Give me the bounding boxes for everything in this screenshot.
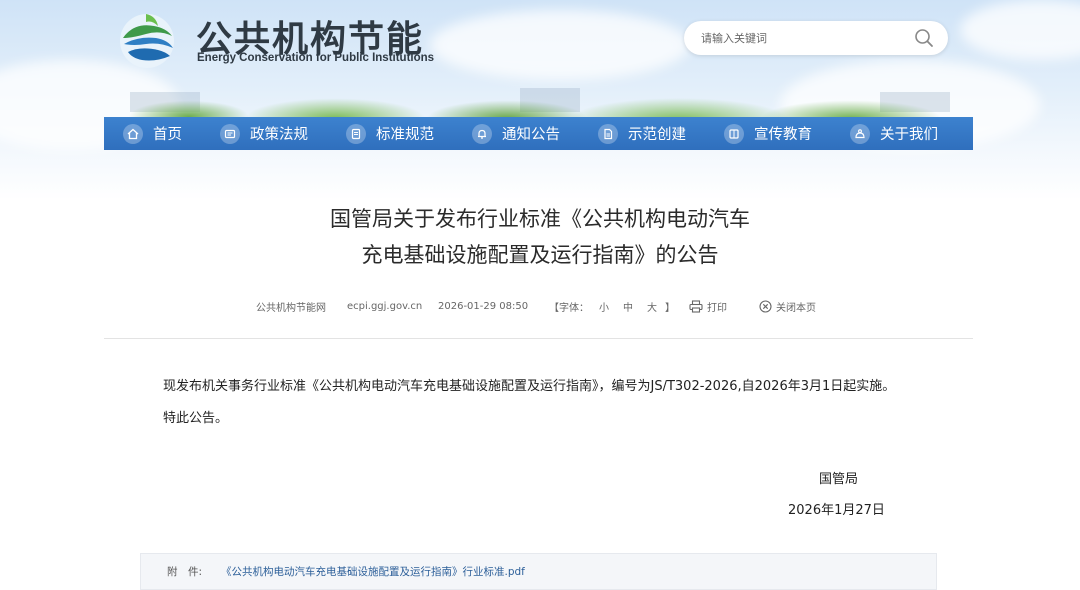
nav-item-about[interactable]: 关于我们 bbox=[850, 117, 938, 150]
print-button[interactable]: 打印 bbox=[689, 298, 727, 314]
article-sign-date: 2026年1月27日 bbox=[788, 503, 885, 518]
font-size-control: 【字体： 小 中 大 】 bbox=[549, 298, 675, 314]
main-nav: 首页 政策法规 标准规范 通知公告 示范创建 宣传教育 关于我们 bbox=[104, 117, 973, 150]
printer-icon bbox=[689, 299, 703, 313]
nav-item-notices[interactable]: 通知公告 bbox=[472, 117, 560, 150]
article-paragraph: 特此公告。 bbox=[163, 411, 229, 426]
article-title-line1: 国管局关于发布行业标准《公共机构电动汽车 bbox=[330, 207, 750, 231]
divider bbox=[104, 338, 973, 339]
site-subtitle: Energy Conservation for Public Instituti… bbox=[197, 52, 435, 64]
nav-item-standards[interactable]: 标准规范 bbox=[346, 117, 434, 150]
article-source: 公共机构节能网 bbox=[256, 302, 326, 314]
nav-item-label: 关于我们 bbox=[880, 127, 938, 143]
article-domain: ecpi.ggj.gov.cn bbox=[347, 300, 423, 312]
site-logo-icon[interactable] bbox=[116, 8, 178, 70]
font-size-large-button[interactable]: 大 bbox=[647, 299, 657, 314]
attachment-bar: 附 件: 《公共机构电动汽车充电基础设施配置及运行指南》行业标准.pdf bbox=[140, 553, 937, 590]
search-box bbox=[684, 21, 948, 55]
nav-item-home[interactable]: 首页 bbox=[123, 117, 182, 150]
standard-icon bbox=[346, 123, 366, 144]
article-paragraph: 现发布机关事务行业标准《公共机构电动汽车充电基础设施配置及运行指南》，编号为JS… bbox=[163, 379, 896, 394]
font-size-bracket: 】 bbox=[665, 302, 675, 314]
bell-icon bbox=[472, 123, 492, 144]
close-icon bbox=[759, 299, 772, 313]
article-datetime: 2026-01-29 08:50 bbox=[438, 300, 529, 312]
home-icon bbox=[123, 123, 143, 144]
nav-item-label: 通知公告 bbox=[502, 127, 560, 143]
nav-item-education[interactable]: 宣传教育 bbox=[724, 117, 812, 150]
font-size-medium-button[interactable]: 中 bbox=[623, 299, 633, 314]
search-input[interactable] bbox=[701, 31, 901, 45]
attachment-label: 附 件: bbox=[167, 566, 203, 578]
article-title-line2: 充电基础设施配置及运行指南》的公告 bbox=[361, 243, 719, 267]
nav-item-demonstration[interactable]: 示范创建 bbox=[598, 117, 686, 150]
attachment-link[interactable]: 《公共机构电动汽车充电基础设施配置及运行指南》行业标准.pdf bbox=[221, 564, 525, 579]
search-icon[interactable] bbox=[914, 28, 934, 48]
close-page-button[interactable]: 关闭本页 bbox=[759, 298, 816, 314]
font-size-small-button[interactable]: 小 bbox=[599, 299, 609, 314]
nav-item-label: 标准规范 bbox=[376, 127, 434, 143]
document-icon bbox=[598, 123, 618, 144]
policy-icon bbox=[220, 123, 240, 144]
nav-item-label: 宣传教育 bbox=[754, 127, 812, 143]
print-label: 打印 bbox=[707, 302, 727, 314]
font-size-label: 【字体： bbox=[549, 302, 589, 314]
close-page-label: 关闭本页 bbox=[776, 302, 816, 314]
green-hills-decoration bbox=[120, 86, 980, 120]
nav-item-label: 首页 bbox=[153, 127, 182, 143]
nav-item-label: 政策法规 bbox=[250, 127, 308, 143]
info-icon bbox=[850, 123, 870, 144]
book-icon bbox=[724, 123, 744, 144]
nav-item-label: 示范创建 bbox=[628, 127, 686, 143]
nav-item-policy[interactable]: 政策法规 bbox=[220, 117, 308, 150]
article-signer: 国管局 bbox=[819, 472, 859, 487]
